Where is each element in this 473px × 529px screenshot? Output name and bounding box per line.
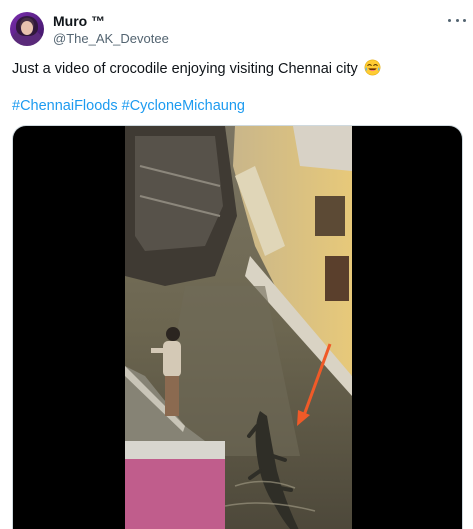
avatar[interactable]: [10, 12, 44, 46]
more-dot: [455, 18, 459, 22]
tweet-text-line: Just a video of crocodile enjoying visit…: [12, 59, 381, 78]
tweet-text: Just a video of crocodile enjoying visit…: [12, 61, 358, 77]
hashtag-cyclone-michaung[interactable]: #CycloneMichaung: [122, 98, 245, 114]
tweet-card: Muro ™ @The_AK_Devotee Just a video of c…: [0, 0, 473, 529]
hashtag-row: #ChennaiFloods #CycloneMichaung: [12, 97, 245, 115]
laughing-crying-emoji-icon: [364, 59, 381, 76]
avatar-face: [21, 21, 33, 35]
more-dot: [448, 18, 451, 22]
video-media[interactable]: [12, 125, 463, 529]
more-dot: [463, 18, 466, 22]
author-handle[interactable]: @The_AK_Devotee: [53, 31, 169, 47]
hashtag-chennai-floods[interactable]: #ChennaiFloods: [12, 98, 118, 114]
more-options-icon[interactable]: [448, 14, 466, 26]
author-display-name[interactable]: Muro ™: [53, 13, 105, 30]
video-frame: [125, 126, 352, 529]
author-name-row[interactable]: Muro ™: [53, 13, 105, 30]
